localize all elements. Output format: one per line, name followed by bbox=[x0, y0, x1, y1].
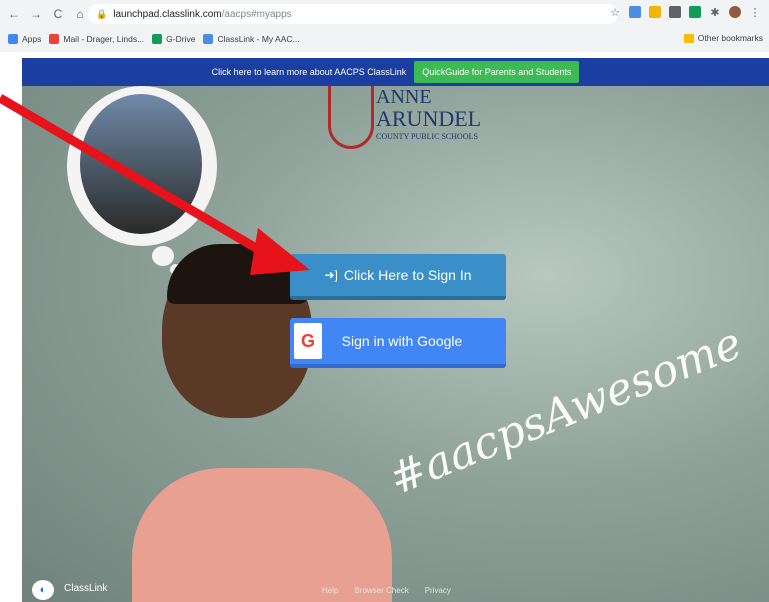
footer-links: Help Browser Check Privacy bbox=[322, 586, 451, 595]
banner-link[interactable]: Click here to learn more about AACPS Cla… bbox=[212, 67, 407, 77]
profile-avatar[interactable] bbox=[729, 6, 741, 18]
extension-icon[interactable] bbox=[629, 6, 641, 18]
graduates-photo bbox=[80, 94, 202, 234]
help-link[interactable]: Help bbox=[322, 586, 338, 595]
classlink-login-page: Click here to learn more about AACPS Cla… bbox=[22, 58, 769, 602]
bookmark-gdrive[interactable]: G-Drive bbox=[152, 34, 195, 44]
apps-icon bbox=[8, 34, 18, 44]
reload-button[interactable]: C bbox=[50, 6, 66, 22]
star-icon[interactable]: ☆ bbox=[609, 6, 621, 19]
district-logo: ANNE ARUNDEL COUNTY PUBLIC SCHOOLS bbox=[322, 86, 482, 156]
classlink-logo-icon: ◐ bbox=[32, 580, 54, 600]
google-sign-in-label: Sign in with Google bbox=[341, 333, 463, 349]
extension-icons: ☆ ✱ ⋮ bbox=[609, 6, 761, 19]
sign-in-icon: ➜] bbox=[324, 268, 338, 282]
classlink-brand: ClassLink bbox=[64, 583, 108, 594]
back-button[interactable]: ← bbox=[6, 6, 22, 22]
bookmarks-bar: Apps Mail - Drager, Linds... G-Drive Cla… bbox=[0, 28, 769, 50]
puzzle-icon[interactable]: ✱ bbox=[709, 6, 721, 19]
extension-icon[interactable] bbox=[689, 6, 701, 18]
browser-check-link[interactable]: Browser Check bbox=[354, 586, 408, 595]
sign-in-button[interactable]: ➜] Click Here to Sign In bbox=[290, 254, 506, 300]
extension-icon[interactable] bbox=[669, 6, 681, 18]
extension-icon[interactable] bbox=[649, 6, 661, 18]
other-bookmarks[interactable]: Other bookmarks bbox=[683, 33, 763, 43]
bookmark-mail[interactable]: Mail - Drager, Linds... bbox=[49, 34, 144, 44]
folder-icon bbox=[683, 33, 694, 43]
logo-line-3: COUNTY PUBLIC SCHOOLS bbox=[376, 132, 478, 141]
address-bar[interactable]: 🔒 launchpad.classlink.com/aacps#myapps bbox=[88, 4, 618, 24]
browser-toolbar: ← → C ⌂ 🔒 launchpad.classlink.com/aacps#… bbox=[0, 0, 769, 28]
forward-button[interactable]: → bbox=[28, 6, 44, 22]
menu-icon[interactable]: ⋮ bbox=[749, 6, 761, 19]
thinking-boy-photo bbox=[132, 244, 402, 602]
drive-icon bbox=[152, 34, 163, 44]
lock-icon: 🔒 bbox=[96, 8, 108, 19]
url-host: launchpad.classlink.com bbox=[113, 8, 222, 20]
boy-hair bbox=[167, 244, 307, 304]
privacy-link[interactable]: Privacy bbox=[425, 586, 451, 595]
mail-icon bbox=[49, 34, 60, 44]
google-icon: G bbox=[294, 323, 322, 359]
home-button[interactable]: ⌂ bbox=[72, 6, 88, 22]
quickguide-button[interactable]: QuickGuide for Parents and Students bbox=[414, 61, 580, 83]
info-banner: Click here to learn more about AACPS Cla… bbox=[22, 58, 769, 86]
sign-in-label: Click Here to Sign In bbox=[343, 267, 472, 283]
classlink-icon bbox=[203, 34, 214, 44]
browser-chrome: ← → C ⌂ 🔒 launchpad.classlink.com/aacps#… bbox=[0, 0, 769, 52]
url-path: /aacps#myapps bbox=[221, 8, 292, 20]
bookmark-classlink[interactable]: ClassLink - My AAC... bbox=[203, 34, 300, 44]
logo-emblem bbox=[328, 86, 374, 149]
logo-line-2: ARUNDEL bbox=[376, 106, 482, 131]
page-footer: ◐ ClassLink Help Browser Check Privacy bbox=[22, 580, 769, 602]
google-sign-in-button[interactable]: G Sign in with Google bbox=[290, 318, 506, 368]
bookmark-apps[interactable]: Apps bbox=[8, 34, 41, 44]
